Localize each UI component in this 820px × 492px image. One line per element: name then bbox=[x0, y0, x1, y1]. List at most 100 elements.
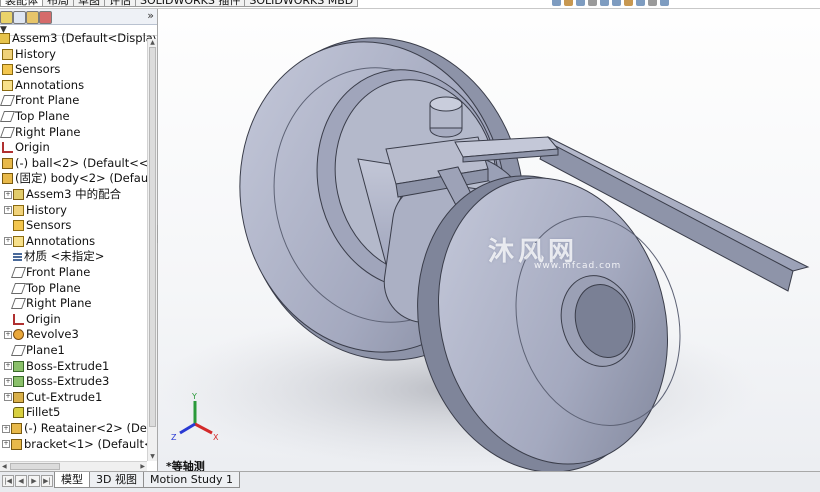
graphics-viewport[interactable]: Y X Z 沐风网 www.mfcad.com bbox=[158, 9, 820, 471]
scroll-right-icon[interactable]: ▶ bbox=[140, 462, 145, 471]
tree-item-label: Right Plane bbox=[15, 124, 81, 139]
tree-vertical-scrollbar[interactable]: ▲ ▼ bbox=[147, 39, 157, 461]
expand-toggle-icon[interactable]: + bbox=[4, 206, 12, 215]
expand-tabs-icon[interactable]: » bbox=[147, 9, 154, 22]
display-manager-tab-icon[interactable] bbox=[39, 11, 52, 24]
part-icon bbox=[11, 423, 22, 434]
section-view-icon[interactable] bbox=[588, 0, 597, 6]
command-manager-tabs: 装配体 布局 草图 评估 SOLIDWORKS 插件 SOLIDWORKS MBD bbox=[0, 0, 359, 7]
tree-item[interactable]: Top Plane bbox=[4, 281, 81, 296]
tree-item[interactable]: (-) ball<2> (Default<<De bbox=[2, 155, 158, 171]
tree-item[interactable]: Plane1 bbox=[4, 343, 65, 358]
tree-item[interactable]: Annotations bbox=[2, 78, 84, 93]
tab-navigation: |◀ ◀ ▶ ▶| bbox=[2, 475, 53, 487]
tree-item[interactable]: Front Plane bbox=[0, 93, 80, 108]
tree-item-label: Front Plane bbox=[15, 93, 80, 108]
scroll-left-icon[interactable]: ◀ bbox=[2, 462, 7, 471]
feature-manager-tabs: » bbox=[0, 9, 157, 25]
tree-item[interactable]: (固定) body<2> (Default< bbox=[2, 171, 157, 186]
view-settings-icon[interactable] bbox=[660, 0, 669, 6]
tree-item[interactable]: + History bbox=[4, 203, 67, 218]
bottom-tab[interactable]: 模型 bbox=[54, 472, 90, 488]
tree-item[interactable]: Sensors bbox=[4, 218, 71, 233]
tree-item[interactable]: History bbox=[2, 47, 56, 62]
expand-toggle-icon[interactable]: + bbox=[4, 237, 12, 246]
tree-item[interactable]: Origin bbox=[4, 312, 61, 327]
revolve-icon bbox=[13, 329, 24, 341]
expand-toggle-icon[interactable]: + bbox=[4, 377, 12, 386]
feature-manager-panel: » ▼ Assem3 (Default<Display S History Sens… bbox=[0, 9, 158, 471]
tree-item-label: bracket<1> (Default<<D bbox=[24, 436, 158, 451]
expand-toggle-icon[interactable]: + bbox=[4, 393, 12, 402]
command-tab[interactable]: SOLIDWORKS MBD bbox=[244, 0, 359, 7]
tree-item-label: Revolve3 bbox=[26, 327, 79, 342]
tree-item[interactable]: + (-) Reatainer<2> (Default bbox=[2, 421, 157, 436]
tree-item[interactable]: Fillet5 bbox=[4, 405, 60, 420]
scroll-down-icon[interactable]: ▼ bbox=[148, 453, 157, 461]
scroll-thumb[interactable] bbox=[149, 47, 156, 427]
command-tab[interactable]: 评估 bbox=[104, 0, 136, 7]
tree-item-label: Cut-Extrude1 bbox=[26, 389, 103, 404]
command-tab[interactable]: 草图 bbox=[73, 0, 105, 7]
tree-item[interactable]: Right Plane bbox=[4, 296, 91, 311]
apply-scene-icon[interactable] bbox=[648, 0, 657, 6]
first-tab-icon[interactable]: |◀ bbox=[2, 475, 14, 487]
tree-item[interactable]: + Assem3 中的配合 bbox=[4, 187, 121, 202]
expand-toggle-icon[interactable]: + bbox=[4, 190, 12, 199]
plane-icon bbox=[0, 111, 16, 122]
tree-item-label: History bbox=[15, 46, 56, 61]
command-manager-strip: 装配体 布局 草图 评估 SOLIDWORKS 插件 SOLIDWORKS MBD bbox=[0, 0, 820, 9]
triad-x-label: X bbox=[213, 433, 219, 442]
tree-item[interactable]: Sensors bbox=[2, 62, 60, 77]
tree-item-label: Annotations bbox=[26, 233, 96, 248]
tree-item[interactable]: Origin bbox=[2, 140, 50, 155]
edit-appearance-icon[interactable] bbox=[636, 0, 645, 6]
command-tab[interactable]: SOLIDWORKS 插件 bbox=[135, 0, 246, 7]
tree-item[interactable]: 材质 <未指定> bbox=[4, 249, 104, 264]
tree-item[interactable]: + Boss-Extrude3 bbox=[4, 374, 109, 389]
tree-item-label: Annotations bbox=[15, 77, 85, 92]
previous-view-icon[interactable] bbox=[576, 0, 585, 6]
tree-item-label: (-) ball<2> (Default<<De bbox=[15, 155, 158, 170]
tree-item[interactable]: + bracket<1> (Default<<D bbox=[2, 436, 158, 452]
tree-item[interactable]: Top Plane bbox=[0, 109, 70, 124]
tree-item[interactable]: Right Plane bbox=[0, 124, 81, 140]
scroll-thumb-horizontal[interactable] bbox=[10, 463, 60, 470]
tree-item-label: History bbox=[26, 202, 67, 217]
expand-toggle-icon[interactable]: + bbox=[2, 440, 10, 449]
tree-item[interactable]: + Boss-Extrude1 bbox=[4, 359, 109, 374]
last-tab-icon[interactable]: ▶| bbox=[41, 475, 53, 487]
scroll-up-icon[interactable]: ▲ bbox=[148, 39, 157, 47]
command-tab[interactable]: 布局 bbox=[42, 0, 74, 7]
tree-item[interactable]: + Revolve3 bbox=[4, 327, 79, 342]
tree-horizontal-scrollbar[interactable]: ◀ ▶ bbox=[0, 461, 147, 471]
expand-toggle-icon[interactable]: + bbox=[4, 330, 12, 339]
heads-up-view-toolbar bbox=[552, 0, 669, 6]
view-orientation-icon[interactable] bbox=[600, 0, 609, 6]
tree-item[interactable]: Front Plane bbox=[4, 265, 90, 280]
tree-item-label: Sensors bbox=[26, 218, 72, 233]
next-tab-icon[interactable]: ▶ bbox=[28, 475, 40, 487]
zoom-area-icon[interactable] bbox=[564, 0, 573, 6]
annotations-icon bbox=[2, 79, 13, 91]
display-style-icon[interactable] bbox=[612, 0, 621, 6]
tree-item-label: Top Plane bbox=[26, 280, 81, 295]
tree-item[interactable]: + Cut-Extrude1 bbox=[4, 390, 102, 405]
bottom-tab[interactable]: Motion Study 1 bbox=[142, 472, 241, 488]
tree-item-label: Front Plane bbox=[26, 265, 91, 279]
expand-toggle-icon[interactable]: + bbox=[4, 362, 12, 371]
property-manager-tab-icon[interactable] bbox=[13, 11, 26, 24]
tree-item-label: Sensors bbox=[15, 62, 61, 77]
prev-tab-icon[interactable]: ◀ bbox=[15, 475, 27, 487]
hide-show-icon[interactable] bbox=[624, 0, 633, 6]
zoom-fit-icon[interactable] bbox=[552, 0, 561, 6]
tree-item[interactable]: + Annotations bbox=[4, 234, 95, 249]
feature-manager-tab-icon[interactable] bbox=[0, 11, 13, 24]
bottom-tab[interactable]: 3D 视图 bbox=[89, 472, 144, 488]
configuration-manager-tab-icon[interactable] bbox=[26, 11, 39, 24]
command-tab[interactable]: 装配体 bbox=[0, 0, 43, 7]
plane-icon bbox=[0, 126, 16, 138]
tree-item[interactable]: Assem3 (Default<Display S bbox=[0, 31, 157, 46]
expand-toggle-icon[interactable]: + bbox=[2, 424, 10, 433]
plane-icon bbox=[10, 298, 27, 310]
